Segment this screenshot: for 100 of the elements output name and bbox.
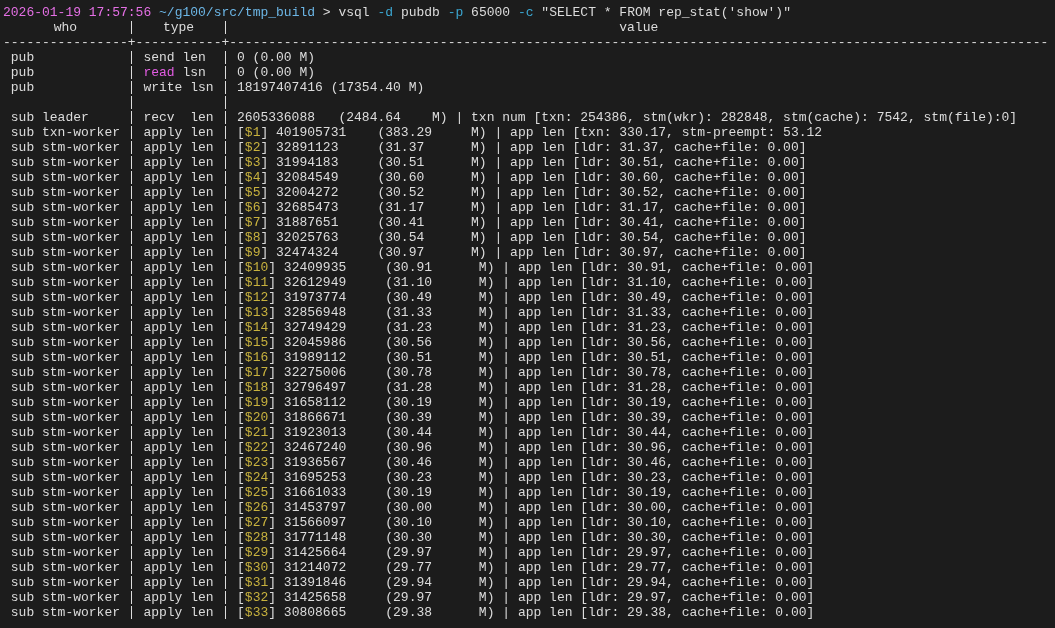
table-cell-text: [$20] 31866671 (30.39 M) | app len [ldr: 30.39, cache+file: 0.00] xyxy=(236,410,816,425)
table-cell-text: sub stm-worker xyxy=(9,380,121,395)
table-cell-text: [$32] 31425658 (29.97 M) | app len [ldr: 29.97, cache+file: 0.00] xyxy=(236,590,816,605)
table-cell-text: apply len xyxy=(142,485,215,500)
table-cell-text: sub stm-worker xyxy=(9,485,121,500)
table-cell-text: apply len xyxy=(142,500,215,515)
table-cell-text: apply len xyxy=(142,395,215,410)
table-cell-text: sub stm-worker xyxy=(9,500,121,515)
table-cell-text: sub stm-worker xyxy=(9,305,121,320)
table-cell-text: [$7] 31887651 (30.41 M) | app len [ldr: 30.41, cache+file: 0.00] xyxy=(236,215,808,230)
table-cell-text: apply len xyxy=(142,365,215,380)
table-cell-text: send len xyxy=(142,50,207,65)
table-cell-text: [$21] 31923013 (30.44 M) | app len [ldr: 30.44, cache+file: 0.00] xyxy=(236,425,816,440)
table-cell-text: sub leader xyxy=(9,110,90,125)
column-header: value xyxy=(618,20,660,35)
directory-path: ~/g100/src/tmp_build xyxy=(159,5,316,20)
table-cell-text: apply len xyxy=(142,290,215,305)
table-cell-text: sub stm-worker xyxy=(9,200,121,215)
table-cell-text: [$2] 32891123 (31.37 M) | app len [ldr: 31.37, cache+file: 0.00] xyxy=(236,140,808,155)
table-cell-text: apply len xyxy=(142,335,215,350)
table-cell-text: [$31] 31391846 (29.94 M) | app len [ldr: 29.94, cache+file: 0.00] xyxy=(236,575,816,590)
table-cell-text: sub stm-worker xyxy=(9,425,121,440)
table-cell-text: pub xyxy=(9,50,36,65)
table-cell-text: 2605336088 (2484.64 M) | txn num [txn: 254386, stm(wkr): 282848, stm(cache): 7542, stm(file):0] xyxy=(236,110,1019,125)
prompt-symbol: > xyxy=(322,5,331,20)
table-cell-text: sub txn-worker xyxy=(9,125,121,140)
column-header: type xyxy=(161,20,196,35)
table-cell-text: [$8] 32025763 (30.54 M) | app len [ldr: 30.54, cache+file: 0.00] xyxy=(236,230,808,245)
table-cell-text: sub stm-worker xyxy=(9,230,121,245)
table-cell-text: [$17] 32275006 (30.78 M) | app len [ldr: 30.78, cache+file: 0.00] xyxy=(236,365,816,380)
table-cell-text: [$14] 32749429 (31.23 M) | app len [ldr: 31.23, cache+file: 0.00] xyxy=(236,320,816,335)
table-cell-text: [$6] 32685473 (31.17 M) | app len [ldr: 31.17, cache+file: 0.00] xyxy=(236,200,808,215)
table-cell-text: apply len xyxy=(142,185,215,200)
table-cell-text: apply len xyxy=(142,245,215,260)
table-cell-text: apply len xyxy=(142,380,215,395)
table-cell-text: sub stm-worker xyxy=(9,545,121,560)
table-rule: ----------------+-----------+--------------------------------------------------------------------------------------------------------- xyxy=(3,35,1050,50)
table-cell-text: [$24] 31695253 (30.23 M) | app len [ldr: 30.23, cache+file: 0.00] xyxy=(236,470,816,485)
table-cell-text: sub stm-worker xyxy=(9,335,121,350)
table-cell-text: [$19] 31658112 (30.19 M) | app len [ldr: 30.19, cache+file: 0.00] xyxy=(236,395,816,410)
column-header: who xyxy=(52,20,79,35)
table-cell-text: apply len xyxy=(142,350,215,365)
table-cell-text: [$25] 31661033 (30.19 M) | app len [ldr: 30.19, cache+file: 0.00] xyxy=(236,485,816,500)
table-cell-text: sub stm-worker xyxy=(9,260,121,275)
table-cell-text: apply len xyxy=(142,590,215,605)
table-cell-text: [$4] 32084549 (30.60 M) | app len [ldr: 30.60, cache+file: 0.00] xyxy=(236,170,808,185)
table-cell-text: apply len xyxy=(142,545,215,560)
table-cell-text: [$30] 31214072 (29.77 M) | app len [ldr: 29.77, cache+file: 0.00] xyxy=(236,560,816,575)
table-cell-text: apply len xyxy=(142,425,215,440)
table-cell-text: apply len xyxy=(142,530,215,545)
table-cell-text: apply len xyxy=(142,170,215,185)
table-cell-text: [$23] 31936567 (30.46 M) | app len [ldr: 30.46, cache+file: 0.00] xyxy=(236,455,816,470)
table-cell-text: sub stm-worker xyxy=(9,365,121,380)
table-cell-text: 0 (0.00 M) xyxy=(236,65,317,80)
table-cell-text: write lsn xyxy=(142,80,215,95)
table-cell-text: [$26] 31453797 (30.00 M) | app len [ldr: 30.00, cache+file: 0.00] xyxy=(236,500,816,515)
table-cell-text: sub stm-worker xyxy=(9,275,121,290)
table-cell-text: apply len xyxy=(142,320,215,335)
table-cell-text: sub stm-worker xyxy=(9,170,121,185)
table-cell-text: sub stm-worker xyxy=(9,560,121,575)
table-cell-text: sub stm-worker xyxy=(9,455,121,470)
table-cell-text: apply len xyxy=(142,140,215,155)
table-cell-text: [$12] 31973774 (30.49 M) | app len [ldr: 30.49, cache+file: 0.00] xyxy=(236,290,816,305)
table-cell-text: apply len xyxy=(142,605,215,620)
table-cell-text: sub stm-worker xyxy=(9,215,121,230)
table-cell-text: apply len xyxy=(142,575,215,590)
table-cell-text: apply len xyxy=(142,200,215,215)
table-cell-text: sub stm-worker xyxy=(9,410,121,425)
table-cell-text: apply len xyxy=(142,470,215,485)
table-cell-text: [$1] 401905731 (383.29 M) | app len [txn: 330.17, stm-preempt: 53.12 xyxy=(236,125,824,140)
table-cell-text: [$3] 31994183 (30.51 M) | app len [ldr: 30.51, cache+file: 0.00] xyxy=(236,155,808,170)
table-cell-text: recv len xyxy=(142,110,215,125)
table-cell-text: apply len xyxy=(142,455,215,470)
table-cell-text: [$18] 32796497 (31.28 M) | app len [ldr: 31.28, cache+file: 0.00] xyxy=(236,380,816,395)
table-cell-text: [$13] 32856948 (31.33 M) | app len [ldr: 31.33, cache+file: 0.00] xyxy=(236,305,816,320)
table-cell-text: pub xyxy=(9,80,36,95)
table-cell-text: [$5] 32004272 (30.52 M) | app len [ldr: 30.52, cache+file: 0.00] xyxy=(236,185,808,200)
table-cell-text: apply len xyxy=(142,410,215,425)
table-cell-text: sub stm-worker xyxy=(9,515,121,530)
table-cell-text: sub stm-worker xyxy=(9,320,121,335)
table-cell-text: [$10] 32409935 (30.91 M) | app len [ldr: 30.91, cache+file: 0.00] xyxy=(236,260,816,275)
table-cell-text: [$9] 32474324 (30.97 M) | app len [ldr: 30.97, cache+file: 0.00] xyxy=(236,245,808,260)
table-cell-text: read lsn xyxy=(142,65,207,80)
table-cell-text: 18197407416 (17354.40 M) xyxy=(236,80,426,95)
table-cell-text: sub stm-worker xyxy=(9,140,121,155)
table-cell-text: sub stm-worker xyxy=(9,440,121,455)
table-cell-text: sub stm-worker xyxy=(9,245,121,260)
table-cell-text: sub stm-worker xyxy=(9,590,121,605)
table-cell-text: sub stm-worker xyxy=(9,185,121,200)
table-cell-text: apply len xyxy=(142,305,215,320)
table-cell-text: [$22] 32467240 (30.96 M) | app len [ldr: 30.96, cache+file: 0.00] xyxy=(236,440,816,455)
table-cell-text: apply len xyxy=(142,155,215,170)
table-cell-text: [$11] 32612949 (31.10 M) | app len [ldr: 31.10, cache+file: 0.00] xyxy=(236,275,816,290)
table-cell-text: [$28] 31771148 (30.30 M) | app len [ldr: 30.30, cache+file: 0.00] xyxy=(236,530,816,545)
table-cell-text: apply len xyxy=(142,125,215,140)
table-cell-text: apply len xyxy=(142,215,215,230)
table-cell-text: apply len xyxy=(142,260,215,275)
table-cell-text: sub stm-worker xyxy=(9,530,121,545)
table-cell-text: apply len xyxy=(142,275,215,290)
table-cell-text: pub xyxy=(9,65,36,80)
